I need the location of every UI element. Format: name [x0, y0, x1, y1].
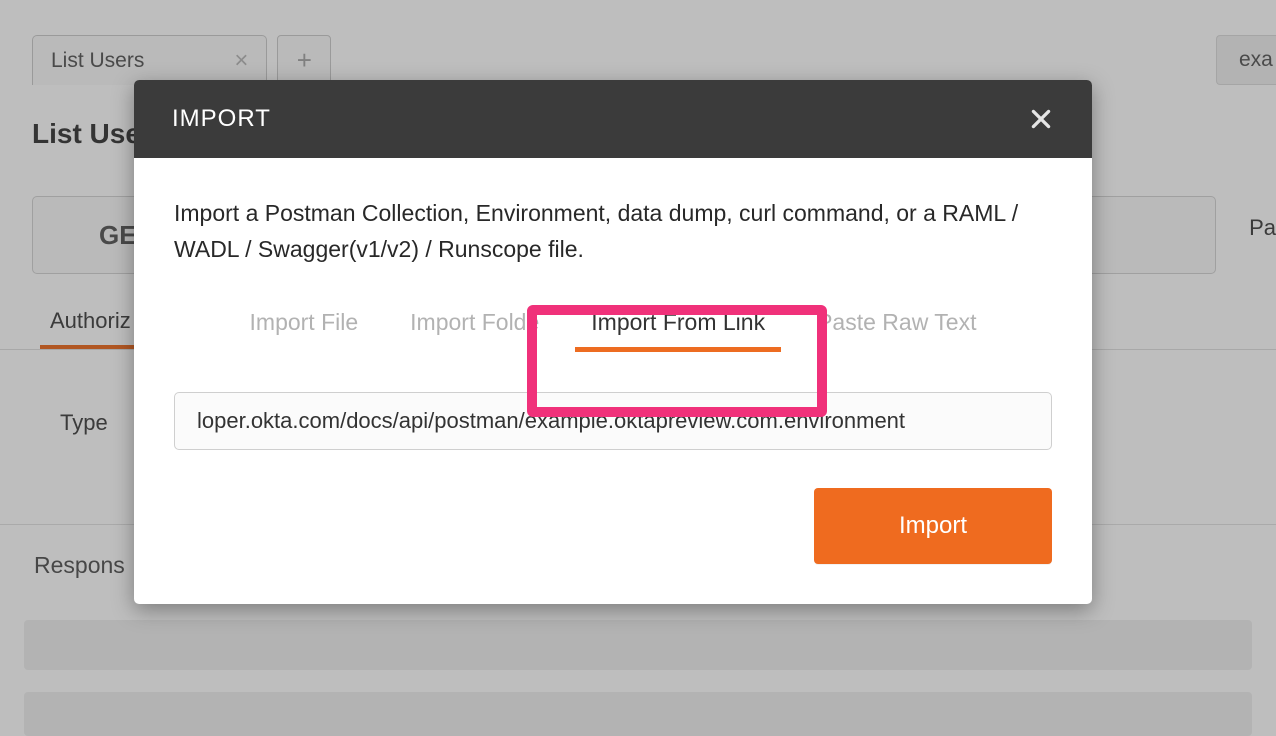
tab-authorization-label: Authoriz — [50, 308, 131, 334]
page-title: List Use — [32, 118, 141, 150]
close-icon[interactable]: × — [234, 49, 248, 73]
tab-authorization[interactable]: Authoriz — [40, 296, 141, 349]
tab-import-folder[interactable]: Import Folde — [384, 299, 565, 354]
method-label: GE — [99, 220, 137, 251]
modal-title: IMPORT — [172, 105, 271, 133]
tab-paste-raw[interactable]: Paste Raw Text — [791, 299, 1002, 354]
environment-selector[interactable]: exa — [1216, 35, 1276, 85]
modal-description: Import a Postman Collection, Environment… — [174, 196, 1052, 267]
tab-import-link[interactable]: Import From Link — [565, 299, 791, 354]
response-placeholder — [24, 620, 1252, 670]
tab-import-file[interactable]: Import File — [224, 299, 385, 354]
auth-type-label: Type — [60, 410, 108, 436]
response-placeholder — [24, 692, 1252, 736]
import-tabs: Import File Import Folde Import From Lin… — [174, 299, 1052, 354]
environment-label: exa — [1239, 48, 1273, 72]
params-button[interactable]: Pa — [1249, 215, 1276, 241]
modal-header: IMPORT — [134, 80, 1092, 158]
import-modal: IMPORT Import a Postman Collection, Envi… — [134, 80, 1092, 604]
import-button[interactable]: Import — [814, 488, 1052, 564]
import-url-input[interactable] — [174, 392, 1052, 450]
new-tab-button[interactable]: + — [277, 35, 331, 85]
tab-label: List Users — [51, 49, 144, 73]
request-tab[interactable]: List Users × — [32, 35, 267, 85]
close-icon[interactable] — [1028, 106, 1054, 132]
response-label: Respons — [34, 552, 125, 579]
